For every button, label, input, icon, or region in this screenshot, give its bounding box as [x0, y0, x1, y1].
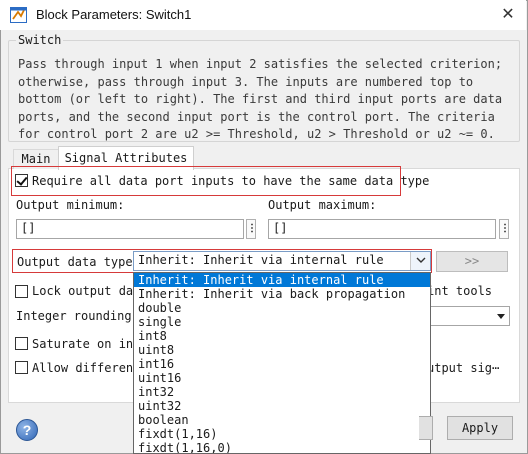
close-button[interactable]: ✕ [494, 3, 522, 27]
dropdown-option[interactable]: double [134, 301, 430, 315]
dropdown-option[interactable]: fixdt(1,16) [134, 427, 430, 441]
dropdown-option[interactable]: Inherit: Inherit via internal rule [134, 273, 430, 287]
output-maximum-more-button[interactable]: ⋮ [499, 219, 510, 239]
lock-output-label-tail: int tools [427, 284, 493, 298]
simulink-block-icon [10, 7, 27, 23]
integer-rounding-label: Integer rounding m [16, 309, 147, 323]
allow-different-label-tail: utput sig⋯ [427, 361, 500, 375]
dropdown-option[interactable]: int16 [134, 357, 430, 371]
lock-output-checkbox[interactable] [15, 285, 28, 298]
output-maximum-label: Output maximum: [268, 198, 377, 212]
output-data-type-select[interactable]: Inherit: Inherit via internal rule [133, 251, 431, 271]
integer-rounding-select[interactable] [430, 306, 510, 326]
dropdown-option[interactable]: uint16 [134, 371, 430, 385]
caret-down-icon [497, 314, 505, 319]
dropdown-option[interactable]: int8 [134, 329, 430, 343]
dropdown-option[interactable]: Inherit: Inherit via back propagation [134, 287, 430, 301]
output-minimum-label: Output minimum: [16, 198, 125, 212]
output-maximum-field[interactable]: [] [268, 219, 496, 239]
block-description: Pass through input 1 when input 2 satisf… [18, 57, 503, 142]
require-same-type-checkbox[interactable] [15, 174, 28, 187]
output-data-type-label: Output data type: [17, 255, 140, 269]
data-type-assistant-button[interactable]: >> [436, 251, 508, 272]
ok-button[interactable] [419, 416, 433, 440]
output-minimum-more-button[interactable]: ⋮ [246, 219, 257, 239]
dropdown-option[interactable]: int32 [134, 385, 430, 399]
dropdown-option[interactable]: uint8 [134, 343, 430, 357]
chevron-down-icon[interactable] [410, 252, 430, 270]
dropdown-option[interactable]: fixdt(1,16,0) [134, 441, 430, 453]
dropdown-option[interactable]: uint32 [134, 399, 430, 413]
allow-different-checkbox[interactable] [15, 361, 28, 374]
title-bar[interactable]: Block Parameters: Switch1 ✕ [0, 0, 526, 30]
lock-output-label: Lock output data [32, 284, 148, 298]
saturate-checkbox[interactable] [15, 337, 28, 350]
dropdown-option[interactable]: boolean [134, 413, 430, 427]
allow-different-label: Allow different [32, 361, 141, 375]
dropdown-option[interactable]: single [134, 315, 430, 329]
output-minimum-field[interactable]: [] [16, 219, 244, 239]
data-type-dropdown-list[interactable]: Inherit: Inherit via internal rule Inher… [133, 272, 431, 454]
require-same-type-label: Require all data port inputs to have the… [32, 174, 430, 188]
group-label: Switch [16, 33, 64, 47]
apply-button[interactable]: Apply [447, 416, 513, 440]
help-button[interactable]: ? [16, 419, 38, 441]
window-title: Block Parameters: Switch1 [36, 7, 192, 22]
saturate-label: Saturate on inte [32, 337, 148, 351]
